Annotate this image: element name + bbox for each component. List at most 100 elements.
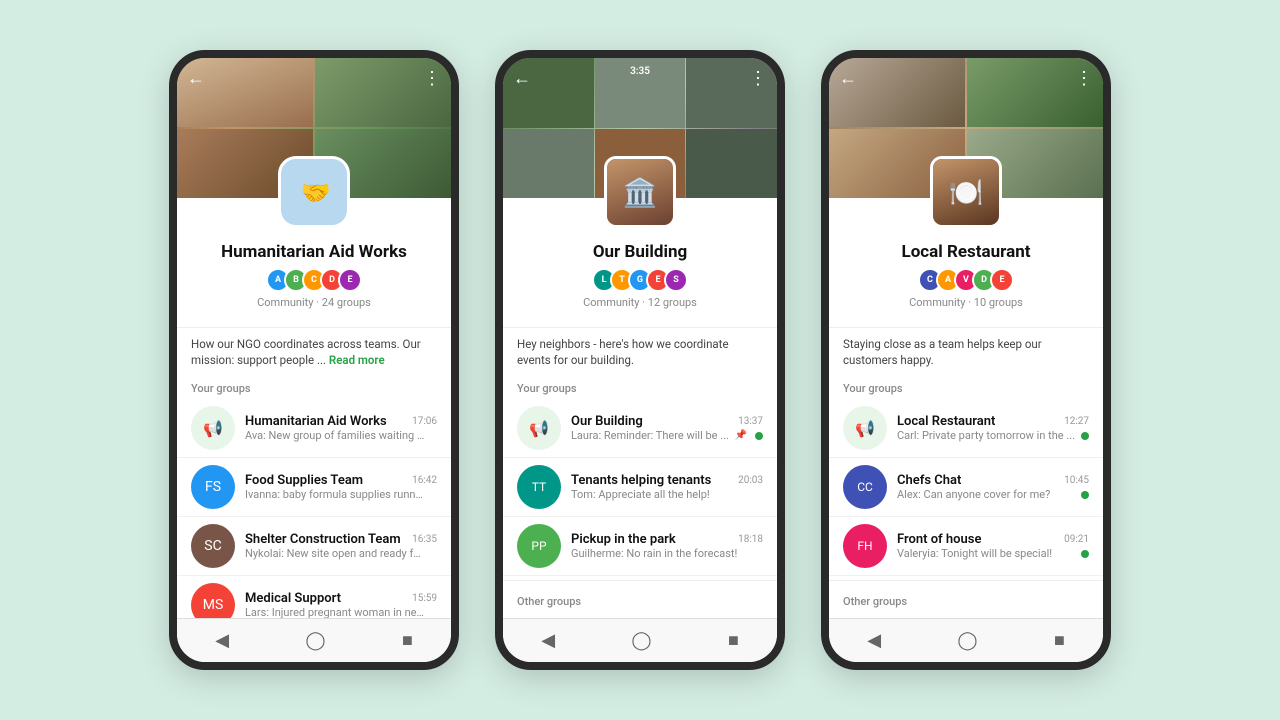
back-button-3[interactable]: ← (839, 68, 857, 89)
phone-3-body: Local Restaurant C A V D E Community · 1… (829, 198, 1103, 618)
group-avatar-2-2: TT (517, 465, 561, 509)
online-dot-2-1 (755, 432, 763, 440)
group-item-1-2[interactable]: FS Food Supplies Team 16:42 Ivanna: baby… (177, 458, 451, 517)
nav-home-icon-3[interactable]: ◯ (957, 630, 977, 651)
community-name-2: Our Building (593, 242, 687, 262)
groups-label-3: Your groups (829, 372, 1103, 399)
more-button-3[interactable]: ⋮ (1075, 68, 1093, 89)
community-name-1: Humanitarian Aid Works (221, 242, 407, 262)
phone-2-navbar: ◀ ◯ ■ (503, 618, 777, 662)
group-name-2-2: Tenants helping tenants (571, 473, 711, 488)
community-icon-3: 🍽️ (930, 156, 1002, 228)
group-msg-3-1: Carl: Private party tomorrow in the ... (897, 429, 1075, 442)
community-meta-3: Community · 10 groups (909, 296, 1023, 309)
divider-2b (503, 580, 777, 581)
community-meta-1: Community · 24 groups (257, 296, 371, 309)
phone-1-navbar: ◀ ◯ ■ (177, 618, 451, 662)
group-item-3-2[interactable]: CC Chefs Chat 10:45 Alex: Can anyone cov… (829, 458, 1103, 517)
nav-home-icon-1[interactable]: ◯ (305, 630, 325, 651)
avatar-5: E (338, 268, 362, 292)
megaphone-icon-3-1: 📢 (855, 419, 875, 438)
pin-icon-2-1: 📌 (735, 430, 747, 441)
community-desc-1: How our NGO coordinates across teams. Ou… (177, 328, 451, 372)
more-button-2[interactable]: ⋮ (749, 68, 767, 89)
group-msg-2-2: Tom: Appreciate all the help! (571, 488, 710, 501)
megaphone-icon-2-1: 📢 (529, 419, 549, 438)
group-msg-1-4: Lars: Injured pregnant woman in need ... (245, 606, 425, 618)
group-item-1-1[interactable]: 📢 Humanitarian Aid Works 17:06 Ava: New … (177, 399, 451, 458)
groups-section-2: Your groups 📢 Our Building 13:37 Laura: … (503, 372, 777, 618)
group-time-3-2: 10:45 (1064, 475, 1089, 486)
member-avatars-1: A B C D E (266, 268, 362, 292)
status-time-2: 3:35 (630, 66, 650, 77)
group-msg-3-2: Alex: Can anyone cover for me? (897, 488, 1050, 501)
group-item-1-3[interactable]: SC Shelter Construction Team 16:35 Nykol… (177, 517, 451, 576)
back-button-2[interactable]: ← (513, 68, 531, 89)
group-avatar-1-3: SC (191, 524, 235, 568)
group-avatar-3-2: CC (843, 465, 887, 509)
group-time-1-1: 17:06 (412, 416, 437, 427)
member-avatars-3: C A V D E (918, 268, 1014, 292)
community-desc-3: Staying close as a team helps keep our c… (829, 328, 1103, 372)
phones-container: ← ⋮ 🤝 Humanitarian Aid Works A B C D (169, 50, 1111, 670)
divider-3b (829, 580, 1103, 581)
back-button-1[interactable]: ← (187, 68, 205, 89)
group-avatar-1-4: MS (191, 583, 235, 618)
group-msg-2-3: Guilherme: No rain in the forecast! (571, 547, 737, 560)
nav-home-icon-2[interactable]: ◯ (631, 630, 651, 651)
group-name-3-2: Chefs Chat (897, 473, 961, 488)
avatar-2-5: S (664, 268, 688, 292)
online-dot-3-3 (1081, 550, 1089, 558)
group-info-2-3: Pickup in the park 18:18 Guilherme: No r… (571, 532, 763, 560)
group-name-1-1: Humanitarian Aid Works (245, 414, 387, 429)
phone-1-body: Humanitarian Aid Works A B C D E Communi… (177, 198, 451, 618)
nav-back-icon-3[interactable]: ◀ (867, 630, 881, 651)
phone-2: 3:35 ← ⋮ 🏛️ Our Building L T G E S (495, 50, 785, 670)
group-info-2-2: Tenants helping tenants 20:03 Tom: Appre… (571, 473, 763, 501)
group-time-3-1: 12:27 (1064, 416, 1089, 427)
group-msg-3-3: Valeryia: Tonight will be special! (897, 547, 1052, 560)
group-avatar-1-2: FS (191, 465, 235, 509)
other-groups-label-3: Other groups (829, 585, 1103, 612)
phone-2-cover: 3:35 ← ⋮ 🏛️ (503, 58, 777, 198)
group-item-2-2[interactable]: TT Tenants helping tenants 20:03 Tom: Ap… (503, 458, 777, 517)
groups-label-1: Your groups (177, 372, 451, 399)
group-msg-1-2: Ivanna: baby formula supplies running ..… (245, 488, 425, 501)
group-time-1-4: 15:59 (412, 593, 437, 604)
group-name-1-4: Medical Support (245, 591, 341, 606)
group-item-2-1[interactable]: 📢 Our Building 13:37 Laura: Reminder: Th… (503, 399, 777, 458)
nav-recents-icon-2[interactable]: ■ (728, 630, 739, 651)
community-icon-2: 🏛️ (604, 156, 676, 228)
groups-section-3: Your groups 📢 Local Restaurant 12:27 Car… (829, 372, 1103, 618)
more-button-1[interactable]: ⋮ (423, 68, 441, 89)
group-avatar-1-1: 📢 (191, 406, 235, 450)
community-desc-2: Hey neighbors - here's how we coordinate… (503, 328, 777, 372)
nav-recents-icon-3[interactable]: ■ (1054, 630, 1065, 651)
group-info-3-3: Front of house 09:21 Valeryia: Tonight w… (897, 532, 1089, 560)
svg-text:🤝: 🤝 (301, 179, 331, 207)
group-avatar-2-1: 📢 (517, 406, 561, 450)
nav-back-icon-1[interactable]: ◀ (215, 630, 229, 651)
groups-section-1: Your groups 📢 Humanitarian Aid Works 17:… (177, 372, 451, 618)
group-time-1-3: 16:35 (412, 534, 437, 545)
group-item-3-1[interactable]: 📢 Local Restaurant 12:27 Carl: Private p… (829, 399, 1103, 458)
online-dot-3-2 (1081, 491, 1089, 499)
avatar-3-5: E (990, 268, 1014, 292)
group-msg-1-3: Nykolai: New site open and ready for ... (245, 547, 425, 560)
nav-recents-icon-1[interactable]: ■ (402, 630, 413, 651)
other-groups-label-2: Other groups (503, 585, 777, 612)
group-avatar-3-3: FH (843, 524, 887, 568)
group-info-2-1: Our Building 13:37 Laura: Reminder: Ther… (571, 414, 763, 442)
phone-3-navbar: ◀ ◯ ■ (829, 618, 1103, 662)
community-meta-2: Community · 12 groups (583, 296, 697, 309)
phone-3: ← ⋮ 🍽️ Local Restaurant C A V D E Commun… (821, 50, 1111, 670)
group-avatar-2-3: PP (517, 524, 561, 568)
group-item-1-4[interactable]: MS Medical Support 15:59 Lars: Injured p… (177, 576, 451, 618)
read-more-1[interactable]: Read more (329, 353, 385, 367)
group-time-1-2: 16:42 (412, 475, 437, 486)
group-info-1-2: Food Supplies Team 16:42 Ivanna: baby fo… (245, 473, 437, 501)
group-item-3-3[interactable]: FH Front of house 09:21 Valeryia: Tonigh… (829, 517, 1103, 576)
nav-back-icon-2[interactable]: ◀ (541, 630, 555, 651)
group-item-2-3[interactable]: PP Pickup in the park 18:18 Guilherme: N… (503, 517, 777, 576)
group-info-1-1: Humanitarian Aid Works 17:06 Ava: New gr… (245, 414, 437, 442)
